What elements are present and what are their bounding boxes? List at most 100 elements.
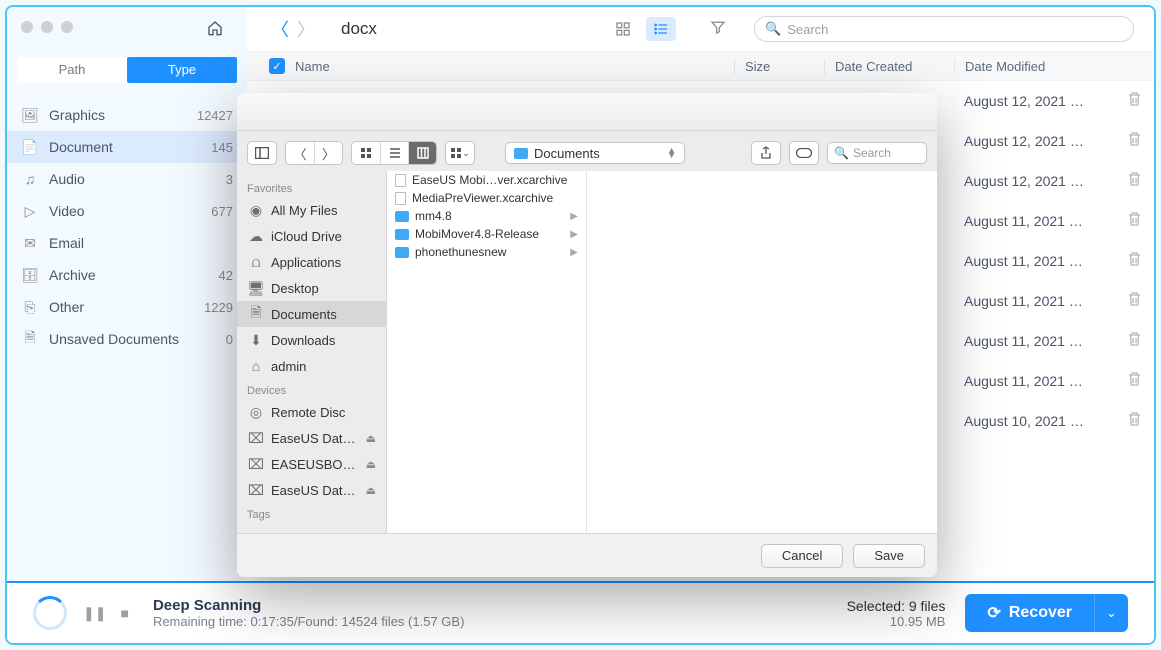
nav-back-button[interactable]: 〈 [267, 16, 293, 42]
tag-segment[interactable] [789, 141, 819, 165]
date-modified: August 12, 2021 … [954, 173, 1114, 189]
file-item[interactable]: phonethunesnew▶ [387, 243, 586, 261]
file-label: MobiMover4.8-Release [415, 227, 539, 241]
select-all-checkbox[interactable]: ✓ [269, 58, 285, 74]
category-email[interactable]: ✉Email [7, 227, 247, 259]
share-segment[interactable] [751, 141, 781, 165]
list-view-icon[interactable] [646, 17, 676, 41]
filter-icon[interactable] [710, 19, 726, 40]
category-audio[interactable]: ♫Audio3 [7, 163, 247, 195]
dlg-back-button[interactable]: 〈 [286, 142, 314, 164]
recover-button[interactable]: ⟳Recover [965, 594, 1094, 632]
cancel-button[interactable]: Cancel [761, 544, 843, 568]
docs-icon: 🗎 [247, 302, 265, 326]
sidebar-item-applications[interactable]: ⩍Applications [237, 249, 386, 275]
file-item[interactable]: MediaPreViewer.xcarchive [387, 189, 586, 207]
category-graphics[interactable]: 🖼Graphics12427 [7, 99, 247, 131]
stop-button[interactable]: ■ [120, 605, 128, 622]
date-modified: August 11, 2021 … [954, 373, 1114, 389]
delete-icon[interactable] [1114, 411, 1154, 432]
sidebar-item-easeus-dat-[interactable]: ⌧EaseUS Dat…⏏ [237, 477, 386, 503]
file-label: mm4.8 [415, 209, 452, 223]
minimize-window-icon[interactable] [41, 21, 53, 33]
path-selector[interactable]: Documents ▲▼ [505, 142, 685, 164]
col-date-created[interactable]: Date Created [824, 59, 954, 74]
category-document[interactable]: 📄Document145 [7, 131, 247, 163]
selected-size: 10.95 MB [847, 614, 946, 629]
delete-icon[interactable] [1114, 211, 1154, 232]
sidebar-item-documents[interactable]: 🗎Documents [237, 301, 386, 327]
status-bar: ❚❚ ■ Deep Scanning Remaining time: 0:17:… [7, 581, 1154, 643]
dlg-search-placeholder: Search [853, 146, 891, 160]
recover-dropdown[interactable]: ⌄ [1094, 594, 1128, 632]
file-label: MediaPreViewer.xcarchive [412, 191, 553, 205]
folder-icon [395, 247, 409, 258]
file-item[interactable]: EaseUS Mobi…ver.xcarchive [387, 171, 586, 189]
category-label: Archive [49, 267, 96, 283]
scan-title: Deep Scanning [153, 597, 464, 614]
doc-icon: 📄 [21, 139, 39, 156]
tag-icon[interactable] [790, 142, 818, 164]
sidebar-item-all-my-files[interactable]: ◉All My Files [237, 197, 386, 223]
home-icon[interactable] [207, 19, 223, 42]
close-window-icon[interactable] [21, 21, 33, 33]
spinner-icon [33, 596, 67, 630]
tab-path[interactable]: Path [17, 57, 127, 83]
sidebar-toggle[interactable] [247, 141, 277, 165]
selected-count: Selected: 9 files [847, 598, 946, 614]
delete-icon[interactable] [1114, 331, 1154, 352]
sidebar-item-downloads[interactable]: ⬇Downloads [237, 327, 386, 353]
share-icon[interactable] [752, 142, 780, 164]
eject-icon[interactable]: ⏏ [366, 458, 376, 471]
delete-icon[interactable] [1114, 91, 1154, 112]
tab-type[interactable]: Type [127, 57, 237, 83]
delete-icon[interactable] [1114, 291, 1154, 312]
sidebar-item-label: Remote Disc [271, 405, 345, 420]
dlg-search-input[interactable]: 🔍 Search [827, 142, 927, 164]
eject-icon[interactable]: ⏏ [366, 432, 376, 445]
arrange-segment[interactable]: ⌄ [445, 141, 475, 165]
delete-icon[interactable] [1114, 251, 1154, 272]
delete-icon[interactable] [1114, 171, 1154, 192]
sidebar-item-desktop[interactable]: 🖥Desktop [237, 275, 386, 301]
file-item[interactable]: mm4.8▶ [387, 207, 586, 225]
delete-icon[interactable] [1114, 371, 1154, 392]
category-count: 42 [219, 268, 233, 283]
date-modified: August 11, 2021 … [954, 293, 1114, 309]
save-dialog: 〈 〉 ⌄ Documents ▲▼ 🔍 Search [237, 93, 937, 577]
dlg-column-view[interactable] [408, 142, 436, 164]
chevron-updown-icon: ▲▼ [667, 148, 676, 158]
category-other[interactable]: ⎘Other1229 [7, 291, 247, 323]
file-item[interactable]: MobiMover4.8-Release▶ [387, 225, 586, 243]
pause-button[interactable]: ❚❚ [83, 605, 106, 622]
search-icon: 🔍 [834, 146, 849, 160]
category-video[interactable]: ▷Video677 [7, 195, 247, 227]
maximize-window-icon[interactable] [61, 21, 73, 33]
dlg-arrange-button[interactable]: ⌄ [446, 142, 474, 164]
category-unsaved-documents[interactable]: 🗎Unsaved Documents0 [7, 323, 247, 355]
grid-view-icon[interactable] [608, 17, 638, 41]
sidebar-item-easeusbo-[interactable]: ⌧EASEUSBO…⏏ [237, 451, 386, 477]
desk-icon: 🖥 [247, 280, 265, 297]
sidebar-item-admin[interactable]: ⌂admin [237, 353, 386, 379]
dlg-list-view[interactable] [380, 142, 408, 164]
dlg-icon-view[interactable] [352, 142, 380, 164]
delete-icon[interactable] [1114, 131, 1154, 152]
sidebar-item-remote-disc[interactable]: ◎Remote Disc [237, 399, 386, 425]
eject-icon[interactable]: ⏏ [366, 484, 376, 497]
save-button[interactable]: Save [853, 544, 925, 568]
sidebar-item-icloud-drive[interactable]: ☁iCloud Drive [237, 223, 386, 249]
dl-icon: ⬇ [247, 332, 265, 349]
col-date-modified[interactable]: Date Modified [954, 59, 1114, 74]
col-size[interactable]: Size [734, 59, 824, 74]
devices-header: Devices [237, 379, 386, 399]
sidebar-toggle-icon[interactable] [248, 142, 276, 164]
scan-info: Deep Scanning Remaining time: 0:17:35/Fo… [153, 597, 464, 629]
search-input[interactable]: 🔍 Search [754, 16, 1134, 42]
sidebar-item-easeus-dat-[interactable]: ⌧EaseUS Dat…⏏ [237, 425, 386, 451]
col-name[interactable]: Name [295, 59, 734, 74]
dlg-forward-button[interactable]: 〉 [314, 142, 342, 164]
view-segment [351, 141, 437, 165]
category-archive[interactable]: 🗄Archive42 [7, 259, 247, 291]
selection-info: Selected: 9 files 10.95 MB [847, 598, 946, 629]
